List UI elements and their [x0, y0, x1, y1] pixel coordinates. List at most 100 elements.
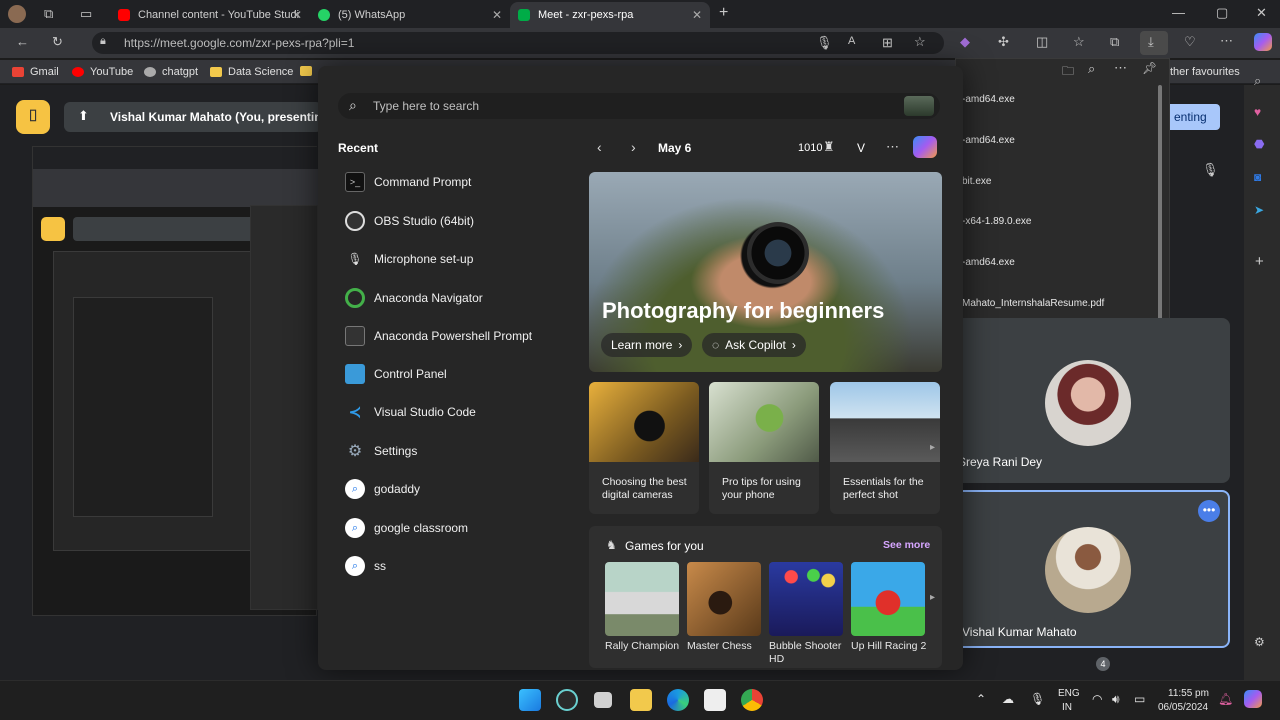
onedrive-icon[interactable]: ☁ — [1002, 692, 1014, 706]
rewards-points[interactable]: 1010 — [798, 142, 822, 154]
store-icon[interactable] — [704, 689, 726, 711]
game-master-chess[interactable] — [687, 562, 761, 636]
new-tab-icon[interactable]: + — [719, 4, 728, 22]
downloads-scrollbar[interactable] — [1158, 85, 1162, 325]
more-options-icon[interactable]: ⋯ — [1220, 33, 1233, 49]
download-item[interactable]: -amd64.exe — [962, 135, 1015, 146]
battery-icon[interactable]: ▭ — [1134, 692, 1145, 706]
tab-whatsapp[interactable]: (5) WhatsApp ✕ — [310, 2, 510, 28]
settings-icon[interactable]: ⚙ — [1254, 635, 1265, 649]
download-item[interactable]: -amd64.exe — [962, 257, 1015, 268]
chevron-up-icon[interactable]: ⌃ — [976, 692, 986, 706]
see-more-link[interactable]: See more — [883, 539, 930, 551]
copilot-taskbar-icon[interactable] — [1244, 690, 1262, 708]
lock-icon: 🔒︎ — [100, 35, 106, 47]
account-avatar[interactable]: V — [852, 139, 870, 157]
recent-item-anaconda-navigator[interactable]: Anaconda Navigator — [345, 286, 483, 310]
game-bubble-shooter[interactable] — [769, 562, 843, 636]
office-icon[interactable]: ⬣ — [1254, 137, 1264, 151]
search-icon[interactable]: ⌕ — [1254, 73, 1261, 89]
task-view-icon[interactable] — [594, 692, 612, 708]
close-icon[interactable]: ✕ — [492, 8, 502, 22]
close-icon[interactable]: ✕ — [692, 8, 702, 22]
edge-icon[interactable] — [667, 689, 689, 711]
bookmark-chatgpt[interactable]: chatgpt — [144, 66, 198, 78]
outlook-icon[interactable]: ◙ — [1254, 170, 1261, 184]
favorites-icon[interactable]: ☆ — [1073, 34, 1085, 50]
notification-bell-icon[interactable]: 🔔︎ — [1218, 692, 1233, 706]
tab-youtube-studio[interactable]: Channel content - YouTube Studi ✕ — [110, 2, 310, 28]
recent-item-obs[interactable]: OBS Studio (64bit) — [345, 209, 474, 233]
article-card[interactable]: Essentials for the perfect shot — [830, 382, 940, 514]
favorite-star-icon[interactable]: ☆ — [914, 34, 926, 50]
more-options-icon[interactable]: ⋯ — [1114, 60, 1127, 76]
read-aloud-icon[interactable]: A — [848, 35, 855, 47]
maximize-icon[interactable]: ▢ — [1216, 5, 1228, 21]
copilot-icon[interactable] — [1254, 33, 1272, 51]
windows-start-icon[interactable] — [519, 689, 541, 711]
game-rally-champion[interactable] — [605, 562, 679, 636]
bookmark-data-science[interactable]: Data Science — [210, 66, 293, 78]
ask-copilot-button[interactable]: ◌ Ask Copilot › — [702, 333, 806, 357]
download-item[interactable]: -x64-1.89.0.exe — [962, 216, 1032, 227]
other-favourites[interactable]: ther favourites — [1170, 66, 1240, 78]
split-screen-icon[interactable]: ◫ — [1036, 34, 1048, 50]
file-explorer-icon[interactable] — [630, 689, 652, 711]
wifi-icon[interactable]: ◠ — [1092, 692, 1102, 706]
chrome-icon[interactable] — [741, 689, 763, 711]
refresh-icon[interactable]: ↻ — [52, 34, 63, 50]
language-indicator[interactable]: ENG — [1058, 688, 1080, 699]
next-icon[interactable]: › — [631, 139, 636, 155]
bookmark-gmail[interactable]: Gmail — [12, 66, 59, 78]
search-taskbar-icon[interactable] — [556, 689, 578, 711]
clock-time[interactable]: 11:55 pm — [1168, 688, 1209, 699]
tab-actions-icon[interactable]: ▭ — [80, 6, 92, 22]
recent-item-settings[interactable]: ⚙ Settings — [345, 439, 418, 463]
back-icon[interactable]: ← — [16, 34, 29, 49]
download-item[interactable]: bit.exe — [962, 176, 991, 187]
microphone-icon[interactable]: 🎙︎ — [816, 35, 833, 51]
minimize-icon[interactable]: — — [1172, 5, 1185, 20]
recent-item-ss[interactable]: ⌕ ss — [345, 554, 386, 578]
copilot-sidebar-icon[interactable]: ♥ — [1254, 105, 1261, 119]
recent-item-control-panel[interactable]: Control Panel — [345, 362, 447, 386]
game-up-hill-racing[interactable] — [851, 562, 925, 636]
open-folder-icon[interactable]: 🗀 — [1062, 62, 1074, 83]
downloads-button[interactable] — [1140, 31, 1168, 55]
collections-icon[interactable]: ⧉ — [1110, 34, 1119, 50]
close-icon[interactable]: ✕ — [292, 8, 302, 22]
search-icon[interactable]: ⌕ — [1088, 61, 1095, 77]
app-available-icon[interactable]: ⊞ — [882, 35, 893, 51]
recent-item-godaddy[interactable]: ⌕ godaddy — [345, 477, 420, 501]
copilot-icon[interactable] — [913, 136, 937, 158]
close-window-icon[interactable]: ✕ — [1256, 5, 1267, 21]
folder-icon[interactable] — [300, 66, 318, 76]
recent-item-anaconda-powershell[interactable]: Anaconda Powershell Prompt — [345, 324, 532, 348]
recent-item-command-prompt[interactable]: >_ Command Prompt — [345, 170, 471, 194]
download-item[interactable]: Mahato_InternshalaResume.pdf — [962, 298, 1104, 309]
telegram-icon[interactable]: ➤ — [1254, 203, 1264, 217]
more-options-button[interactable]: ••• — [1198, 500, 1220, 522]
microphone-icon[interactable]: 🎙︎ — [1030, 692, 1045, 706]
recent-item-vscode[interactable]: ≺ Visual Studio Code — [345, 400, 476, 424]
tab-meet[interactable]: Meet - zxr-pexs-rpa ✕ — [510, 2, 710, 28]
add-icon[interactable]: + — [1255, 253, 1264, 270]
recent-item-google-classroom[interactable]: ⌕ google classroom — [345, 516, 468, 540]
extensions-icon[interactable]: ✣ — [998, 34, 1009, 50]
bookmark-youtube[interactable]: YouTube — [72, 66, 133, 78]
learn-more-button[interactable]: Learn more › — [601, 333, 693, 357]
recent-item-microphone[interactable]: 🎙︎ Microphone set-up — [345, 247, 473, 271]
chevron-right-icon[interactable]: ▸ — [930, 592, 935, 603]
extension-icon[interactable]: ◆ — [960, 34, 970, 50]
browser-essentials-icon[interactable]: ♡ — [1184, 34, 1196, 50]
volume-icon[interactable]: 🔊︎ — [1112, 692, 1120, 707]
chevron-right-icon[interactable]: ▸ — [930, 442, 935, 453]
article-card[interactable]: Choosing the best digital cameras — [589, 382, 699, 514]
previous-icon[interactable]: ‹ — [597, 139, 602, 155]
download-item[interactable]: -amd64.exe — [962, 94, 1015, 105]
profile-avatar[interactable] — [8, 5, 26, 23]
workspaces-icon[interactable]: ⧉ — [44, 6, 53, 22]
more-options-icon[interactable]: ⋯ — [886, 139, 899, 155]
article-card[interactable]: Pro tips for using your phone — [709, 382, 819, 514]
pin-icon[interactable]: 📌︎ — [1142, 61, 1157, 75]
